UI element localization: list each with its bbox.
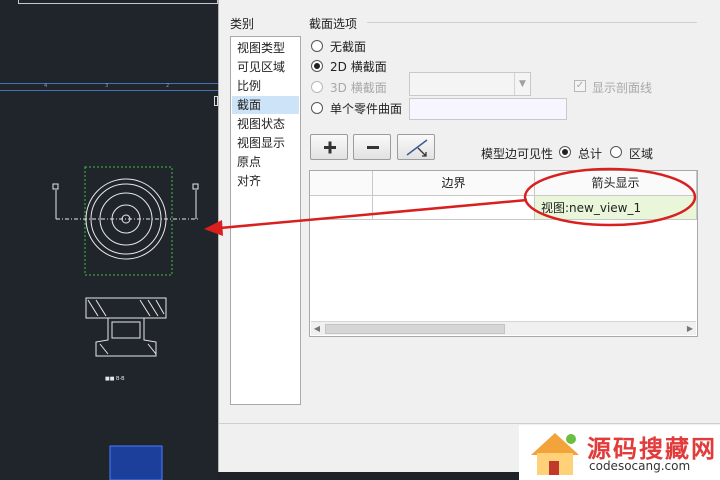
radio-visibility-region[interactable] [610,146,622,158]
minus-icon [367,146,379,149]
category-item-scale[interactable]: 比例 [232,77,299,95]
table-cell-name[interactable] [310,196,373,220]
category-list: 视图类型 可见区域 比例 截面 视图状态 视图显示 原点 对齐 [230,36,301,405]
dialog-bottom-divider [219,423,720,424]
flip-arrow-icon [406,139,428,157]
chevron-down-icon: ▼ [514,73,530,95]
table-horizontal-scrollbar[interactable]: ◀ ▶ [311,321,696,335]
cad-part-views: ■■ B-B [52,166,199,480]
radio-no-section[interactable] [311,40,323,52]
radio-2d-section-label: 2D 横截面 [330,60,387,74]
radio-3d-section[interactable] [311,81,323,93]
radio-single-part-surface-label: 单个零件曲面 [330,102,403,116]
svg-text:■■ B-B: ■■ B-B [105,376,125,382]
add-section-button[interactable] [310,134,348,160]
category-item-alignment[interactable]: 对齐 [232,172,299,190]
plus-icon [324,141,336,154]
radio-visibility-total[interactable] [559,146,571,158]
radio-single-part-surface[interactable] [311,102,323,114]
table-cell-boundary[interactable] [373,196,535,220]
section-table: 边界 箭头显示 视图:new_view_1 ◀ ▶ [309,170,698,337]
single-part-surface-field[interactable] [409,98,567,120]
radio-3d-section-label: 3D 横截面 [330,81,387,95]
category-item-sections[interactable]: 截面 [232,96,299,114]
house-logo-icon [531,433,579,475]
table-header-name [310,171,373,196]
category-item-view-state[interactable]: 视图状态 [232,115,299,133]
category-heading: 类别 [230,17,255,31]
table-header-arrow-display: 箭头显示 [535,171,697,196]
category-item-visible-area[interactable]: 可见区域 [232,58,299,76]
radio-no-section-label: 无截面 [330,40,367,54]
scroll-right-icon[interactable]: ▶ [684,322,696,335]
show-section-lines-label: 显示剖面线 [592,81,653,95]
table-header-boundary: 边界 [373,171,535,196]
drawing-view-dialog: 类别 视图类型 可见区域 比例 截面 视图状态 视图显示 原点 对齐 截面选项 … [218,0,720,472]
section-options-divider [367,22,697,23]
radio-visibility-total-label: 总计 [578,147,603,161]
category-item-view-display[interactable]: 视图显示 [232,134,299,152]
model-edge-visibility-label: 模型边可见性 [481,147,554,161]
remove-section-button[interactable] [353,134,391,160]
cad-drawing-area: 432 ■■ B-B [0,0,218,480]
show-section-lines-checkbox[interactable]: ✓ [574,80,586,92]
section-name-combo[interactable]: ▼ [409,72,531,96]
scroll-left-icon[interactable]: ◀ [311,322,323,335]
category-item-origin[interactable]: 原点 [232,153,299,171]
flip-direction-button[interactable] [397,134,435,160]
section-options-heading: 截面选项 [309,17,358,31]
watermark-url: codesocang.com [589,459,691,473]
category-item-view-type[interactable]: 视图类型 [232,39,299,57]
radio-2d-section[interactable] [311,60,323,72]
radio-visibility-region-label: 区域 [629,147,654,161]
table-cell-arrow-display[interactable]: 视图:new_view_1 [535,196,697,220]
scrollbar-thumb[interactable] [325,324,505,334]
watermark: 源码搜藏网 codesocang.com [519,425,720,480]
